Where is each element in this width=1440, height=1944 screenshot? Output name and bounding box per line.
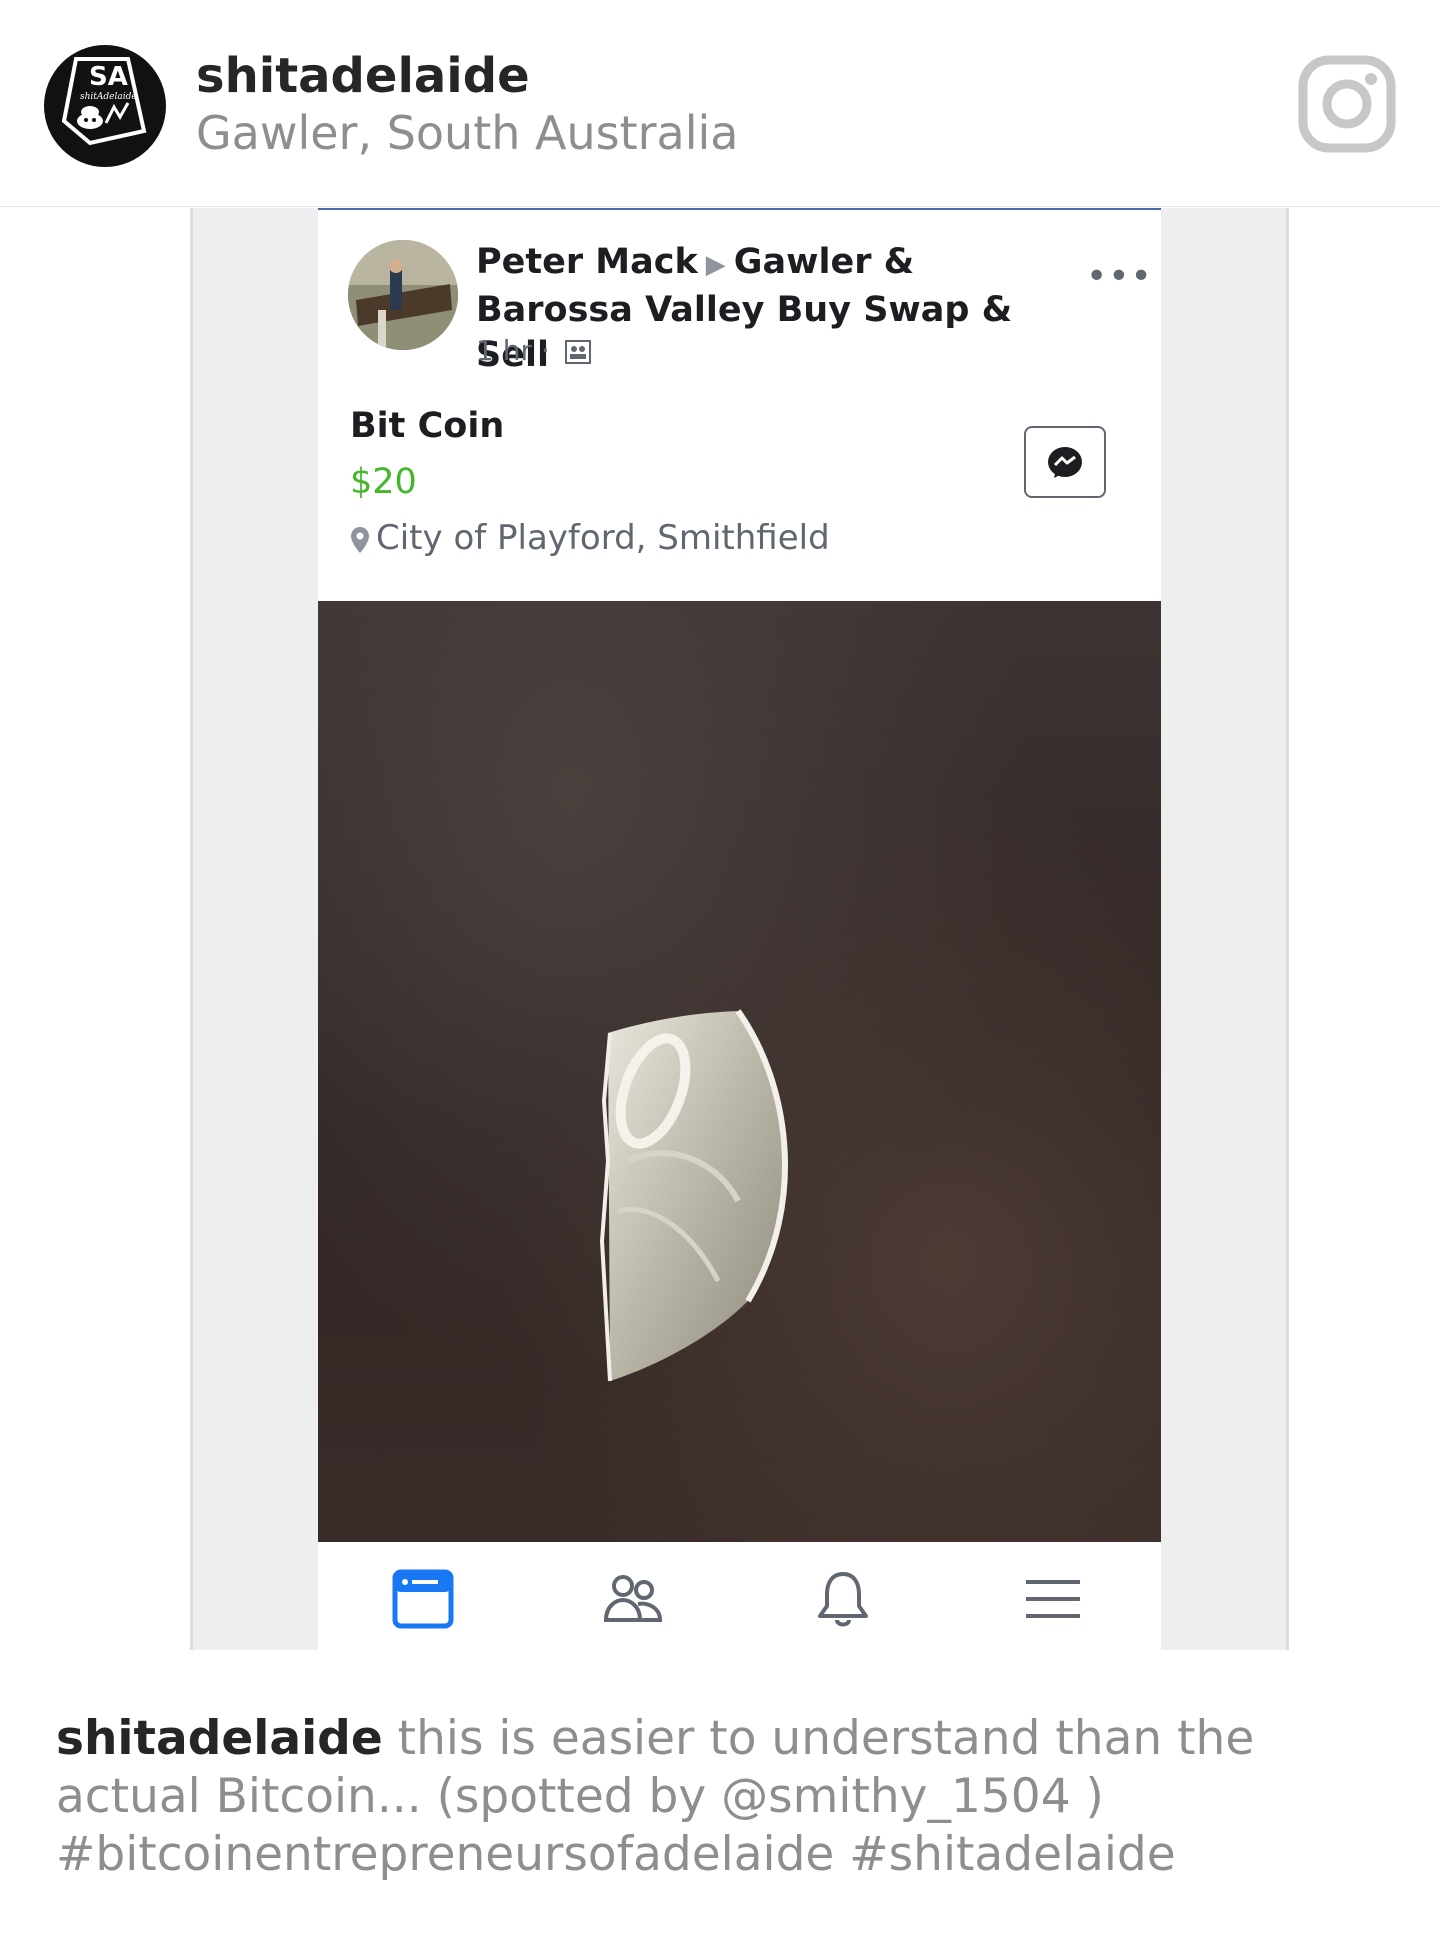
menu-icon[interactable]: [1022, 1568, 1084, 1630]
post-image: Peter Mack ▶ Gawler & Barossa Valley Buy S…: [0, 208, 1440, 1652]
post-meta: 1 hr ·: [476, 334, 591, 368]
location-tag[interactable]: Gawler, South Australia: [196, 106, 738, 160]
notifications-bell-icon[interactable]: [812, 1568, 874, 1630]
author-avatar[interactable]: [348, 240, 458, 350]
location-pin-icon: [351, 526, 369, 553]
share-arrow-icon: ▶: [705, 250, 726, 280]
username[interactable]: shitadelaide: [196, 48, 530, 104]
caption-username[interactable]: shitadelaide: [56, 1711, 383, 1766]
listing-price: $20: [350, 462, 417, 502]
more-options-button[interactable]: •••: [1086, 256, 1153, 297]
post-caption: shitadelaide this is easier to understan…: [56, 1710, 1386, 1884]
post-time[interactable]: 1 hr: [476, 334, 532, 367]
listing-photo[interactable]: [318, 601, 1161, 1542]
news-feed-icon[interactable]: [392, 1568, 454, 1630]
profile-avatar[interactable]: SA shitAdelaide: [44, 45, 166, 167]
listing-location-text: City of Playford, Smithfield: [376, 518, 830, 558]
facebook-marketplace-post: Peter Mack ▶ Gawler & Barossa Valley Buy S…: [318, 208, 1161, 1652]
author-name[interactable]: Peter Mack: [476, 242, 698, 282]
meta-separator: ·: [540, 334, 550, 367]
listing-title: Bit Coin: [350, 406, 505, 446]
shitadelaide-logo-icon: SA shitAdelaide: [61, 57, 147, 146]
message-seller-button[interactable]: [1024, 426, 1106, 498]
friends-icon[interactable]: [602, 1568, 664, 1630]
messenger-icon: [1048, 447, 1082, 478]
half-coin-image: [599, 1009, 788, 1382]
bottom-navigation: [318, 1542, 1161, 1652]
avatar-photo: [348, 240, 458, 350]
instagram-logo-icon[interactable]: [1298, 55, 1396, 153]
logo-sa-text: SA: [89, 62, 128, 92]
group-audience-icon: [564, 340, 591, 364]
logo-script-text: shitAdelaide: [80, 92, 137, 102]
instagram-post-header: SA shitAdelaide shitadelaide Gawler, Sou…: [0, 0, 1440, 207]
listing-location: City of Playford, Smithfield: [350, 518, 830, 558]
